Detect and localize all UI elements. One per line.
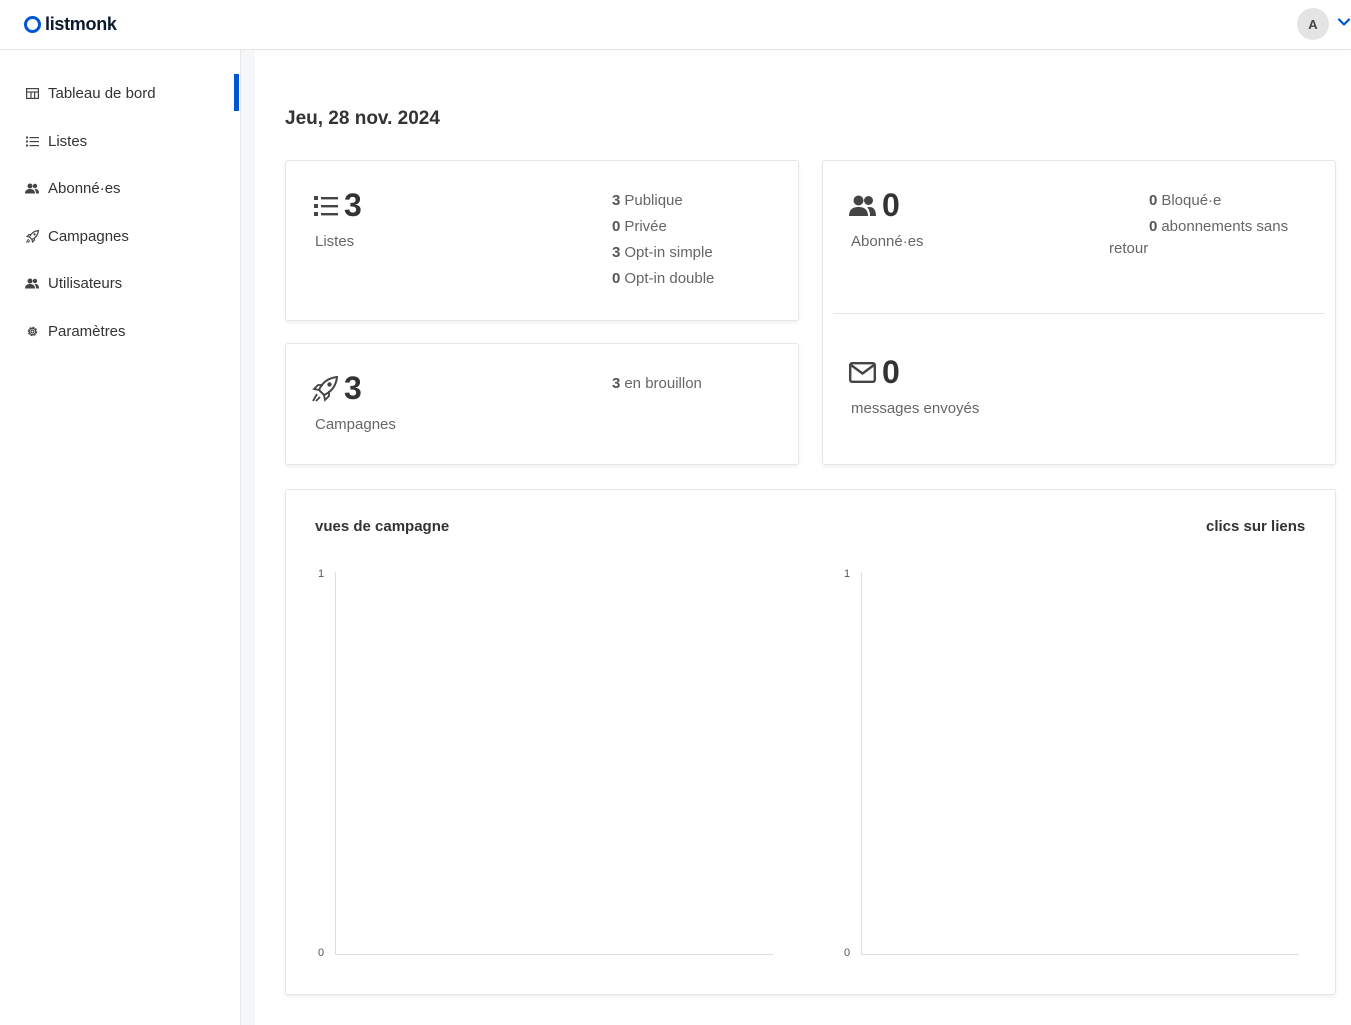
logo-icon xyxy=(24,15,41,33)
stat-double-optin: 0 Opt-in double xyxy=(612,270,715,287)
stat-blocklisted: 0 Bloqué·e xyxy=(1149,192,1222,209)
list-icon xyxy=(25,134,39,148)
messages-count-value: 0 xyxy=(882,354,900,390)
messages-count: 0 xyxy=(849,354,900,391)
stat-public: 3 Publique xyxy=(612,192,683,209)
sidebar-item-label: Campagnes xyxy=(48,227,129,245)
sidebar-item-lists[interactable]: Listes xyxy=(0,122,240,160)
subscribers-count-value: 0 xyxy=(882,187,900,223)
messages-label: messages envoyés xyxy=(851,400,980,417)
charts-card xyxy=(285,489,1336,995)
stat-single-optin: 3 Opt-in simple xyxy=(612,244,713,261)
users-icon xyxy=(25,276,39,290)
stat-drafts: 3 en brouillon xyxy=(612,375,702,392)
list-icon xyxy=(314,195,338,216)
page-title: Jeu, 28 nov. 2024 xyxy=(285,108,440,129)
chart-title-clicks: clics sur liens xyxy=(1206,518,1306,535)
gear-icon xyxy=(25,324,39,338)
chart-title-views: vues de campagne xyxy=(315,518,450,535)
sidebar-item-label: Tableau de bord xyxy=(48,84,156,102)
sidebar-item-subscribers[interactable]: Abonné·es xyxy=(0,169,240,207)
dashboard-icon xyxy=(25,86,39,100)
lists-count: 3 xyxy=(314,187,362,224)
campaigns-count-value: 3 xyxy=(344,370,362,406)
top-navbar: listmonk A xyxy=(0,0,1351,50)
sidebar-item-label: Utilisateurs xyxy=(48,274,123,292)
users-icon xyxy=(849,195,876,216)
sidebar-item-label: Abonné·es xyxy=(48,179,121,197)
y-tick-label: 0 xyxy=(844,947,851,959)
campaigns-card[interactable] xyxy=(285,343,799,465)
sidebar-item-dashboard[interactable]: Tableau de bord xyxy=(0,74,240,112)
logo[interactable]: listmonk xyxy=(24,12,117,36)
sidebar: Tableau de bord Listes Abonné·es Campagn… xyxy=(0,50,241,1025)
lists-count-value: 3 xyxy=(344,187,362,223)
avatar[interactable]: A xyxy=(1297,8,1329,40)
mail-icon xyxy=(849,362,876,383)
stat-orphans-wrap: retour xyxy=(1109,240,1149,257)
sidebar-item-campaigns[interactable]: Campagnes xyxy=(0,217,240,255)
y-tick-label: 1 xyxy=(844,568,851,580)
sidebar-item-users[interactable]: Utilisateurs xyxy=(0,264,240,302)
sidebar-item-label: Listes xyxy=(48,132,88,150)
clicks-y-axis xyxy=(861,572,862,954)
sidebar-gutter xyxy=(241,50,255,1025)
sidebar-item-settings[interactable]: Paramètres xyxy=(0,312,240,350)
rocket-icon xyxy=(25,229,39,243)
stat-orphans: 0 abonnements sans xyxy=(1149,218,1289,235)
y-tick-label: 1 xyxy=(318,568,325,580)
lists-label: Listes xyxy=(315,233,355,250)
subscribers-label: Abonné·es xyxy=(851,233,924,250)
users-icon xyxy=(25,181,39,195)
rocket-icon xyxy=(312,375,338,402)
sidebar-item-label: Paramètres xyxy=(48,322,126,340)
lists-card[interactable] xyxy=(285,160,799,321)
subscribers-count: 0 xyxy=(849,187,900,224)
stat-private: 0 Privée xyxy=(612,218,667,235)
chevron-down-icon[interactable] xyxy=(1336,14,1351,30)
campaigns-count: 3 xyxy=(312,370,362,407)
campaigns-label: Campagnes xyxy=(315,416,396,433)
views-y-axis xyxy=(335,572,336,954)
views-x-axis xyxy=(335,954,773,955)
logo-text: listmonk xyxy=(45,13,117,34)
card-divider xyxy=(833,313,1325,314)
y-tick-label: 0 xyxy=(318,947,325,959)
clicks-x-axis xyxy=(861,954,1299,955)
